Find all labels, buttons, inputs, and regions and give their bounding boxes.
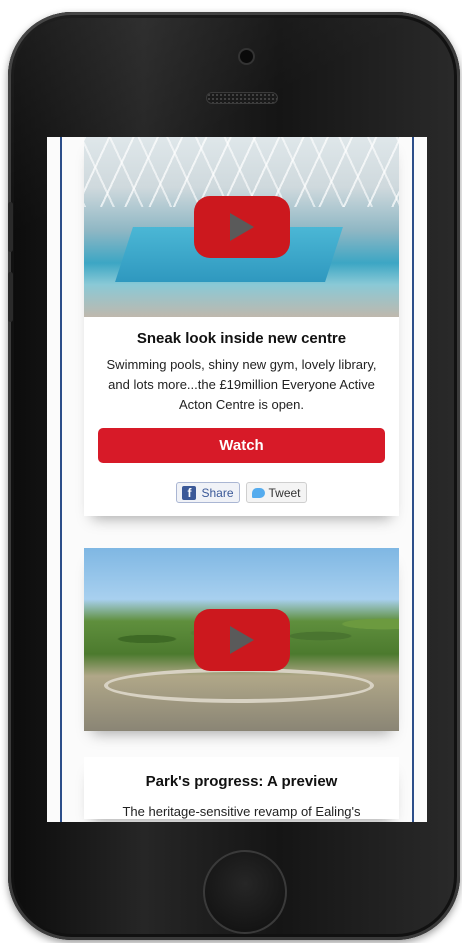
video-thumbnail-2[interactable]: [84, 548, 399, 731]
phone-screen: Sneak look inside new centre Swimming po…: [47, 137, 427, 822]
social-share-row: f Share Tweet: [84, 463, 399, 516]
play-button-2[interactable]: [193, 608, 290, 671]
earpiece-speaker: [206, 92, 278, 104]
twitter-bird-icon: [251, 487, 265, 498]
facebook-share-button[interactable]: f Share: [176, 482, 240, 503]
story-title: Sneak look inside new centre: [136, 330, 347, 347]
story-card-2-body: Park's progress: A preview The heritage-…: [84, 757, 399, 819]
story-card-2: [84, 548, 399, 731]
email-content: Sneak look inside new centre Swimming po…: [84, 137, 399, 819]
play-icon: [229, 213, 254, 241]
story-description-2: The heritage-sensitive revamp of Ealing'…: [122, 804, 361, 819]
watch-button[interactable]: Watch: [98, 428, 385, 463]
share-label: Share: [201, 485, 234, 500]
facebook-icon: f: [182, 485, 197, 500]
story-title-2: Park's progress: A preview: [145, 773, 338, 790]
left-frame-line: [60, 137, 62, 822]
tweet-button[interactable]: Tweet: [245, 482, 307, 503]
tweet-label: Tweet: [268, 485, 301, 500]
park-path: [104, 668, 374, 703]
right-frame-line: [412, 137, 414, 822]
story-card: Sneak look inside new centre Swimming po…: [84, 137, 399, 516]
front-camera: [238, 48, 255, 65]
home-button[interactable]: [203, 850, 287, 934]
video-thumbnail[interactable]: [84, 137, 399, 317]
play-icon-2: [229, 625, 254, 654]
volume-down-button: [8, 272, 13, 322]
story-description: Swimming pools, shiny new gym, lovely li…: [106, 357, 377, 412]
volume-up-button: [8, 202, 13, 252]
play-button[interactable]: [193, 196, 290, 258]
